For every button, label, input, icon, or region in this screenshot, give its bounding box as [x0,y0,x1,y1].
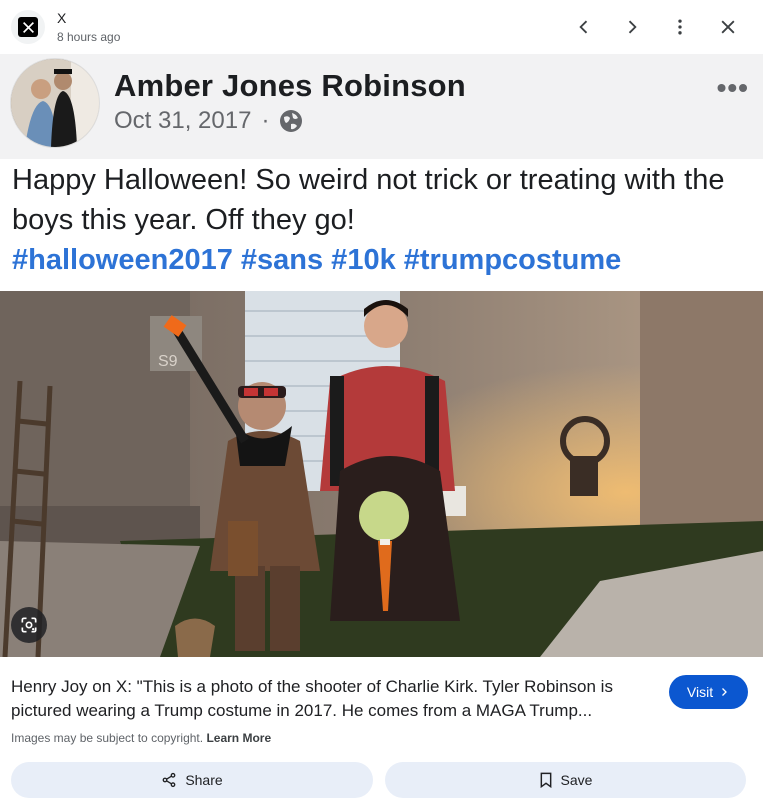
post-header: Amber Jones Robinson Oct 31, 2017 · ••• [0,54,763,159]
post-date: Oct 31, 2017 [114,107,252,134]
source-time: 8 hours ago [57,30,121,44]
post-author: Amber Jones Robinson [114,68,466,103]
author-avatar [10,58,100,148]
share-button[interactable]: Share [11,762,373,798]
more-options-button[interactable] [666,13,694,41]
chevron-right-icon [628,20,637,34]
x-logo-icon [18,17,38,37]
save-button[interactable]: Save [385,762,746,798]
close-button[interactable] [714,13,742,41]
learn-more-link[interactable]: Learn More [206,731,271,745]
globe-icon [280,110,303,132]
chevron-right-icon [722,688,728,696]
visit-label: Visit [686,684,714,700]
copyright-text: Images may be subject to copyright. [11,731,204,745]
viewer-top-bar: X 8 hours ago [0,0,763,54]
halloween-photo: S9 [0,291,763,657]
bookmark-icon [540,772,551,788]
image-preview[interactable]: Amber Jones Robinson Oct 31, 2017 · ••• … [0,54,763,657]
lens-icon [21,617,37,633]
chevron-left-icon [579,20,588,34]
source-favicon[interactable] [11,10,45,44]
post-more-icon: ••• [716,72,749,103]
previous-button[interactable] [570,13,598,41]
next-button[interactable] [618,13,646,41]
post-hashtags: #halloween2017 #sans #10k #trumpcostume [12,244,622,276]
post-text: Happy Halloween! So weird not trick or t… [12,164,725,236]
close-icon [721,20,735,34]
house-number: S9 [158,353,178,370]
more-vert-icon [678,19,682,35]
source-name[interactable]: X [57,10,66,26]
post-meta: Oct 31, 2017 · [114,107,303,135]
share-label: Share [185,772,223,788]
visit-button[interactable]: Visit [669,675,748,709]
share-icon [162,772,176,788]
copyright-notice: Images may be subject to copyright. Lear… [11,731,271,745]
google-lens-button[interactable] [11,607,47,643]
result-caption[interactable]: Henry Joy on X: "This is a photo of the … [11,675,651,723]
save-label: Save [560,772,593,788]
meta-separator: · [261,107,270,134]
